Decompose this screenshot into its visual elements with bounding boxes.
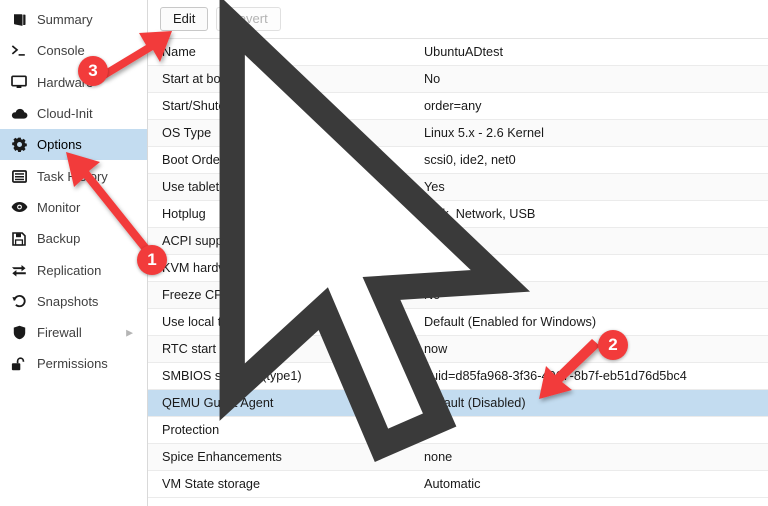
- unlock-icon: [10, 356, 28, 372]
- sidebar-item-replication[interactable]: Replication: [0, 254, 147, 285]
- sidebar-item-summary[interactable]: Summary: [0, 4, 147, 35]
- table-row[interactable]: Hotplug Disk, Network, USB: [148, 201, 768, 228]
- sidebar-item-monitor[interactable]: Monitor: [0, 192, 147, 223]
- options-content-area: Edit Revert Name UbuntuADtest Start at boo…: [148, 0, 768, 506]
- sidebar-item-label: Replication: [37, 262, 102, 278]
- vm-options-table: Name UbuntuADtest Start at boot No Start/Shu…: [148, 39, 768, 506]
- option-value: Linux 5.x - 2.6 Kernel: [424, 126, 544, 140]
- sidebar-item-label: Options: [37, 137, 82, 153]
- option-value: Default (Enabled for Windows): [424, 315, 597, 329]
- option-value: Yes: [424, 261, 445, 275]
- sidebar-item-hardware[interactable]: Hardware: [0, 67, 147, 98]
- sidebar-item-permissions[interactable]: Permissions: [0, 348, 147, 379]
- sidebar-item-label: Firewall: [37, 325, 82, 341]
- sidebar-item-label: Monitor: [37, 199, 81, 215]
- option-key: Boot Order: [162, 153, 225, 167]
- table-row[interactable]: VM State storage Automatic: [148, 471, 768, 498]
- table-row[interactable]: Name UbuntuADtest: [148, 39, 768, 66]
- sidebar-item-label: Hardware: [37, 74, 94, 90]
- table-row[interactable]: Start/Shutdown order order=any: [148, 93, 768, 120]
- option-value: UbuntuADtest: [424, 45, 503, 59]
- eye-icon: [10, 199, 28, 215]
- sidebar-item-label: Summary: [37, 12, 93, 28]
- option-value: order=any: [424, 99, 482, 113]
- sidebar-item-task-history[interactable]: Task History: [0, 160, 147, 191]
- option-key: ACPI support: [162, 234, 238, 248]
- table-row[interactable]: Freeze CPU at startup No: [148, 282, 768, 309]
- sidebar-item-console[interactable]: Console: [0, 35, 147, 66]
- option-value: scsi0, ide2, net0: [424, 153, 516, 167]
- sidebar-item-backup[interactable]: Backup: [0, 223, 147, 254]
- table-row[interactable]: QEMU Guest Agent Default (Disabled): [148, 390, 768, 417]
- sidebar-item-label: Console: [37, 43, 85, 59]
- history-icon: [10, 293, 28, 309]
- sync-icon: [10, 262, 28, 278]
- monitor-icon: [10, 74, 28, 90]
- sidebar-item-label: Cloud-Init: [37, 106, 93, 122]
- floppy-disk-icon: [10, 231, 28, 247]
- option-value: Default (Disabled): [424, 396, 526, 410]
- table-row[interactable]: Use tablet for pointer Yes: [148, 174, 768, 201]
- option-key: Use tablet for pointer: [162, 180, 280, 194]
- table-row[interactable]: RTC start date now: [148, 336, 768, 363]
- option-key: OS Type: [162, 126, 212, 140]
- sidebar-item-label: Backup: [37, 231, 81, 247]
- table-row[interactable]: Protection No: [148, 417, 768, 444]
- option-key: Start/Shutdown order: [162, 99, 282, 113]
- table-row[interactable]: KVM hardware virtualization Yes: [148, 255, 768, 282]
- option-key: Freeze CPU at startup: [162, 288, 289, 302]
- option-key: Start at boot: [162, 72, 232, 86]
- option-key: Spice Enhancements: [162, 450, 282, 464]
- table-row[interactable]: Spice Enhancements none: [148, 444, 768, 471]
- proxmox-vm-options-panel: Summary Console Hardware Cloud-Init Opti: [0, 0, 768, 506]
- option-key: SMBIOS settings (type1): [162, 369, 302, 383]
- option-key: Hotplug: [162, 207, 206, 221]
- table-row[interactable]: OS Type Linux 5.x - 2.6 Kernel: [148, 120, 768, 147]
- table-row[interactable]: Boot Order scsi0, ide2, net0: [148, 147, 768, 174]
- option-key: KVM hardware virtualization: [162, 261, 320, 275]
- gear-icon: [10, 137, 28, 153]
- edit-button[interactable]: Edit: [160, 7, 209, 31]
- option-key: Use local time for RTC: [162, 315, 290, 329]
- option-value: now: [424, 342, 448, 356]
- option-value: Automatic: [424, 477, 481, 491]
- shield-icon: [10, 325, 28, 341]
- vm-navigation-sidebar: Summary Console Hardware Cloud-Init Opti: [0, 0, 148, 506]
- option-value: No: [424, 72, 441, 86]
- table-row[interactable]: SMBIOS settings (type1) uuid=d85fa968-3f3…: [148, 363, 768, 390]
- sidebar-item-firewall[interactable]: Firewall ▶: [0, 317, 147, 348]
- sidebar-item-label: Permissions: [37, 356, 108, 372]
- option-value: No: [424, 288, 441, 302]
- terminal-icon: [10, 43, 28, 59]
- option-key: VM State storage: [162, 477, 261, 491]
- option-key: QEMU Guest Agent: [162, 396, 274, 410]
- option-key: Name: [162, 45, 196, 59]
- table-row[interactable]: Use local time for RTC Default (Enabled f…: [148, 309, 768, 336]
- list-icon: [10, 168, 28, 184]
- option-value: Disk, Network, USB: [424, 207, 536, 221]
- chevron-right-icon: ▶: [126, 327, 133, 338]
- table-row[interactable]: ACPI support Yes: [148, 228, 768, 255]
- option-value: uuid=d85fa968-3f36-4067-8b7f-eb51d76d5bc…: [424, 369, 687, 383]
- table-row[interactable]: Start at boot No: [148, 66, 768, 93]
- revert-button: Revert: [216, 7, 281, 31]
- option-key: Protection: [162, 423, 220, 437]
- sidebar-item-snapshots[interactable]: Snapshots: [0, 286, 147, 317]
- option-value: none: [424, 450, 453, 464]
- option-value: Yes: [424, 234, 445, 248]
- sidebar-item-label: Snapshots: [37, 293, 99, 309]
- sidebar-item-cloud-init[interactable]: Cloud-Init: [0, 98, 147, 129]
- sidebar-item-options[interactable]: Options: [0, 129, 147, 161]
- option-value: Yes: [424, 180, 445, 194]
- sidebar-item-label: Task History: [37, 168, 108, 184]
- option-key: RTC start date: [162, 342, 245, 356]
- book-icon: [10, 12, 28, 28]
- options-toolbar: Edit Revert: [148, 0, 768, 39]
- option-value: No: [424, 423, 441, 437]
- cloud-icon: [10, 106, 28, 122]
